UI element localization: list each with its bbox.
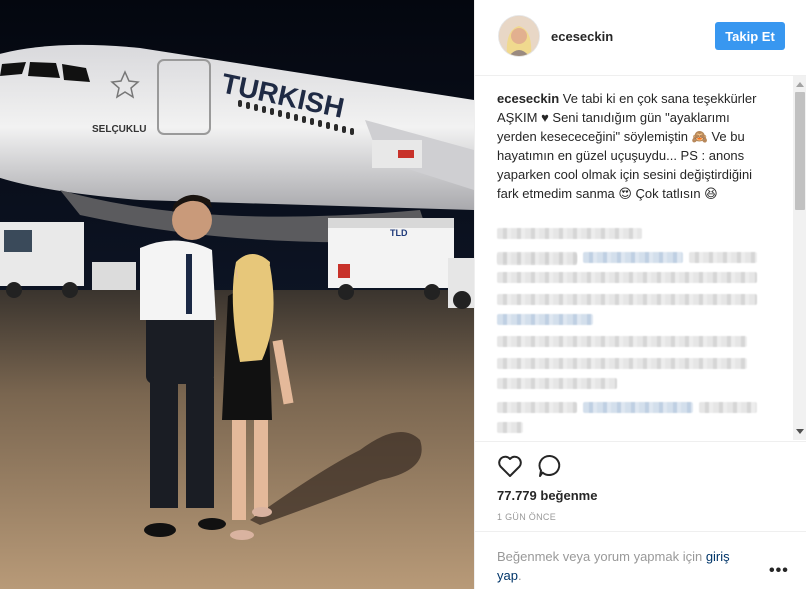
avatar-image xyxy=(499,16,539,56)
like-icon-graphic xyxy=(498,455,522,477)
blurred-comment xyxy=(497,314,593,325)
post-image: TURKISH SELÇUKLU TLD xyxy=(0,0,474,589)
aircraft-name: SELÇUKLU xyxy=(92,124,146,135)
comment-icon-graphic xyxy=(538,455,561,477)
post-header: eceseckin Takip Et xyxy=(475,0,806,76)
ellipsis-icon[interactable]: ••• xyxy=(769,562,789,580)
blurred-comment xyxy=(583,402,693,413)
blurred-comment xyxy=(497,294,757,305)
login-prompt-text: Beğenmek veya yorum yapmak için xyxy=(497,549,706,564)
post-actions: 77.779 beğenme 1 GÜN ÖNCE xyxy=(475,441,806,537)
blurred-comment xyxy=(497,336,747,347)
heart-outline-icon[interactable] xyxy=(497,454,523,483)
blurred-comment xyxy=(583,252,683,263)
blurred-comment xyxy=(497,378,617,389)
caption: eceseckin Ve tabi ki en çok sana teşekkü… xyxy=(497,89,772,203)
caption-username[interactable]: eceseckin xyxy=(497,91,559,106)
follow-button[interactable]: Takip Et xyxy=(715,22,785,50)
blurred-comment xyxy=(699,402,757,413)
scrollbar-thumb[interactable] xyxy=(795,92,805,210)
scroll-up-icon[interactable] xyxy=(796,82,804,87)
blurred-comment xyxy=(497,358,747,369)
likes-count[interactable]: 77.779 beğenme xyxy=(497,488,597,503)
avatar[interactable] xyxy=(499,16,539,56)
blurred-comment xyxy=(497,422,523,433)
caption-text: Ve tabi ki en çok sana teşekkürler AŞKIM… xyxy=(497,91,757,201)
login-footer: Beğenmek veya yorum yapmak için giriş ya… xyxy=(475,531,806,590)
comment-bubble-icon[interactable] xyxy=(537,454,563,483)
truck-logo: TLD xyxy=(390,228,408,238)
blurred-comment xyxy=(497,272,757,283)
post-time[interactable]: 1 GÜN ÖNCE xyxy=(497,512,556,522)
scroll-down-icon[interactable] xyxy=(796,429,804,434)
blurred-comment xyxy=(689,252,757,263)
blurred-comment xyxy=(497,254,577,265)
comments-area[interactable]: eceseckin Ve tabi ki en çok sana teşekkü… xyxy=(475,76,806,440)
login-prompt: Beğenmek veya yorum yapmak için giriş ya… xyxy=(497,547,757,585)
post-photo: TURKISH SELÇUKLU TLD xyxy=(0,0,474,589)
blurred-comment xyxy=(497,228,642,239)
header-username[interactable]: eceseckin xyxy=(551,29,613,44)
blurred-comment xyxy=(497,402,577,413)
comments-scrollbar[interactable] xyxy=(793,76,806,440)
post-side-panel: eceseckin Takip Et eceseckin Ve tabi ki … xyxy=(474,0,806,589)
login-prompt-suffix: . xyxy=(517,568,522,583)
